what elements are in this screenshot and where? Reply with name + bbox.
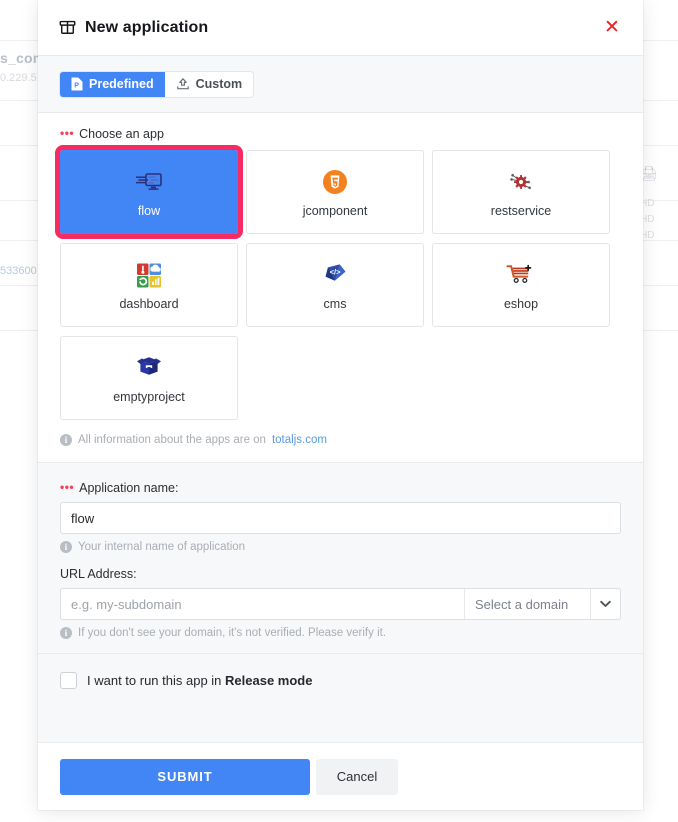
app-name-field-group: ••• Application name: i Your internal na… [60,480,621,553]
subdomain-input[interactable] [61,589,464,619]
choose-app-label-text: Choose an app [79,127,164,141]
app-card-label: emptyproject [113,389,185,404]
required-marker: ••• [60,480,75,494]
app-card-label: cms [323,296,347,311]
tab-custom-label: Custom [195,77,243,91]
app-card-flow[interactable]: flow [55,145,243,239]
archive-box-icon [58,19,76,37]
dialog-header: New application ✕ [38,0,643,56]
tab-custom[interactable]: Custom [164,71,254,97]
info-icon: i [60,627,72,639]
tab-predefined-label: Predefined [89,77,154,91]
app-card-label: eshop [503,296,539,311]
url-hint-text: If you don't see your domain, it's not v… [78,627,387,639]
app-name-label: ••• Application name: [60,480,621,495]
totaljs-link[interactable]: totaljs.com [272,434,327,446]
info-icon: i [60,541,72,553]
backdrop-text: 0.229.5. [0,68,40,86]
chevron-down-icon[interactable] [590,589,620,619]
new-application-dialog: New application ✕ P Predefined Custom ••… [38,0,643,810]
release-mode-label: I want to run this app in Release mode [87,673,312,688]
app-card-emptyproject[interactable]: emptyproject [60,336,238,420]
backdrop-text: HD [640,228,678,243]
shopping-cart-icon [506,260,536,290]
url-combo: Select a domain [60,588,621,620]
app-name-label-text: Application name: [79,481,179,495]
cancel-button[interactable]: Cancel [316,758,398,795]
backdrop-text: HD [640,196,678,211]
release-mode-checkbox[interactable] [60,672,77,689]
backdrop-text: HD [640,212,678,227]
app-card-cms[interactable]: </> cms [246,243,424,327]
backdrop-text: 533600 [0,261,40,279]
app-card-eshop[interactable]: eshop [432,243,610,327]
html5-badge-icon [320,167,350,197]
svg-text:</>: </> [330,267,342,276]
required-marker: ••• [60,126,75,140]
dialog-footer: SUBMIT Cancel [38,742,643,810]
close-icon[interactable]: ✕ [599,15,625,41]
tiles-grid-icon [134,260,164,290]
svg-text:P: P [74,83,79,90]
app-card-label: dashboard [119,296,179,311]
release-mode-label-bold: Release mode [225,673,313,688]
apps-info-hint: i All information about the apps are on … [60,434,621,446]
release-mode-label-prefix: I want to run this app in [87,673,226,688]
app-chooser-section: ••• Choose an app flow jcomponent restse… [38,113,643,463]
page-title: New application [85,18,209,36]
choose-app-label: ••• Choose an app [60,126,621,141]
app-name-hint: i Your internal name of application [60,541,621,553]
gear-nodes-icon [506,167,536,197]
code-ribbon-icon: </> [320,260,350,290]
open-box-icon [134,353,164,383]
url-label-text: URL Address: [60,567,137,581]
release-mode-row: I want to run this app in Release mode [38,653,643,707]
app-card-jcomponent[interactable]: jcomponent [246,150,424,234]
url-hint: i If you don't see your domain, it's not… [60,627,621,639]
info-icon: i [60,434,72,446]
app-card-dashboard[interactable]: dashboard [60,243,238,327]
domain-select[interactable]: Select a domain [464,589,590,619]
backdrop-printer: 🖨 [640,166,678,183]
document-p-icon: P [71,77,83,91]
url-field-group: URL Address: Select a domain i If you do… [60,567,621,639]
tab-predefined[interactable]: P Predefined [60,71,165,97]
backdrop-text-label: 533600 [0,265,37,277]
apps-info-hint-text: All information about the apps are on [78,434,266,446]
flow-monitor-icon [134,167,164,197]
upload-icon [176,77,190,91]
backdrop-text: s_com [0,50,40,68]
app-name-hint-text: Your internal name of application [78,541,246,553]
domain-select-value: Select a domain [475,596,569,612]
application-form: ••• Application name: i Your internal na… [38,463,643,742]
app-card-label: jcomponent [302,203,368,218]
backdrop-text-label: s_com [0,50,40,66]
app-card-restservice[interactable]: restservice [432,150,610,234]
mode-tabs: P Predefined Custom [60,71,254,97]
app-grid: flow jcomponent restservice dashboard </… [55,145,621,420]
app-card-label: flow [137,203,161,218]
app-card-label: restservice [490,203,552,218]
submit-button[interactable]: SUBMIT [60,758,310,795]
app-name-input[interactable] [60,502,621,534]
url-label: URL Address: [60,567,621,581]
backdrop-text-label: 0.229.5. [0,72,40,84]
mode-tabstrip: P Predefined Custom [38,56,643,113]
